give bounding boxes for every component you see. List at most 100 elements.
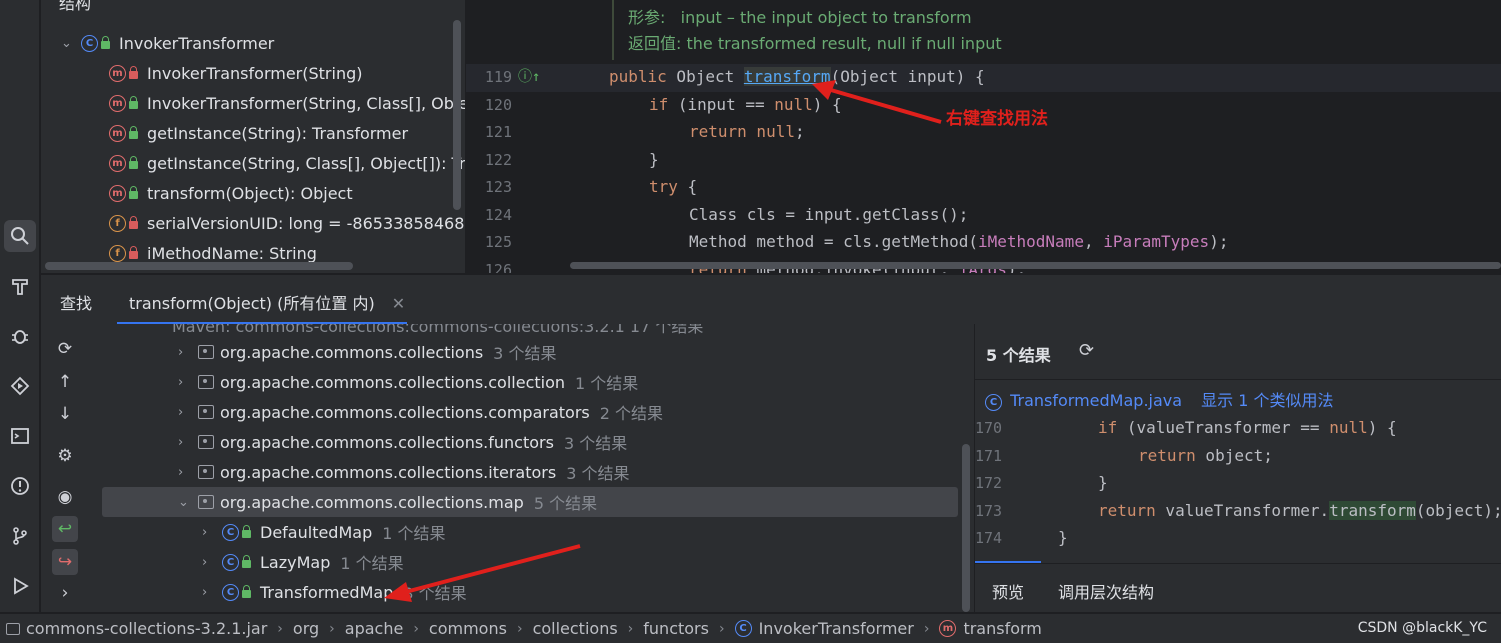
settings-gear-icon[interactable]: ⚙	[52, 443, 78, 469]
search-tab[interactable]: transform(Object) (所有位置 内) ✕	[129, 290, 405, 314]
class-icon: C	[222, 523, 239, 541]
structure-member-row[interactable]: m InvokerTransformer(String)	[109, 58, 362, 88]
close-icon[interactable]: ✕	[392, 294, 405, 313]
structure-member-row[interactable]: m getInstance(String): Transformer	[109, 118, 408, 148]
result-count: 1 个结果	[382, 524, 446, 543]
problems-icon[interactable]	[4, 470, 36, 502]
result-count: 3 个结果	[563, 434, 628, 453]
doc-param-text: input – the input object to transform	[680, 8, 972, 27]
preview-file-link[interactable]: TransformedMap.java	[1010, 391, 1182, 410]
line-number: 173	[975, 502, 1003, 520]
package-row[interactable]: › org.apache.commons.collections.functor…	[178, 427, 627, 457]
run-icon[interactable]	[4, 570, 36, 602]
write-access-icon[interactable]: ↪	[52, 549, 78, 575]
chevron-right-icon: ›	[277, 620, 283, 637]
public-lock-icon	[129, 156, 138, 169]
terminal-icon[interactable]	[4, 420, 36, 452]
breadcrumb-item[interactable]: org	[293, 619, 319, 638]
structure-member-row[interactable]: m transform(Object): Object	[109, 178, 353, 208]
method-icon: m	[109, 94, 126, 112]
class-icon: C	[985, 394, 1002, 411]
doc-return-text: the transformed result, null if null inp…	[686, 34, 1002, 53]
code-line: Method method = cls.getMethod(iMethodNam…	[689, 232, 1229, 251]
rerun-icon[interactable]: ⟳	[52, 336, 78, 362]
chevron-right-icon[interactable]: ›	[202, 555, 222, 570]
breadcrumb-item[interactable]: commons-collections-3.2.1.jar	[26, 619, 267, 638]
chevron-right-icon[interactable]: ›	[178, 405, 198, 420]
member-label: transform(Object): Object	[147, 183, 353, 203]
package-row[interactable]: › org.apache.commons.collections 3 个结果	[178, 337, 556, 367]
preview-result-count: 5 个结果	[986, 346, 1051, 365]
structure-member-row[interactable]: f serialVersionUID: long = -86533858468	[109, 208, 464, 238]
refresh-icon[interactable]: ⟳	[1079, 340, 1094, 361]
package-row[interactable]: › org.apache.commons.collections.compara…	[178, 397, 663, 427]
result-count: 5 个结果	[533, 494, 598, 513]
line-number: 124	[484, 206, 512, 224]
code-line: }	[649, 150, 659, 169]
private-lock-icon	[129, 216, 138, 229]
breadcrumb-item[interactable]: commons	[429, 619, 507, 638]
chevron-right-icon: ›	[413, 620, 419, 637]
line-number: 172	[975, 474, 1003, 492]
code-editor[interactable]: 形参: input – the input object to transfor…	[466, 0, 1501, 273]
show-similar-link[interactable]: 显示 1 个类似用法	[1201, 391, 1333, 410]
class-row[interactable]: › C LazyMap 1 个结果	[202, 547, 404, 577]
find-tab-label[interactable]: 查找	[60, 290, 92, 314]
implements-gutter-icon[interactable]: ⓘ↑	[518, 66, 540, 86]
chevron-right-icon[interactable]: ›	[178, 375, 198, 390]
preview-eye-icon[interactable]: ◉	[52, 484, 78, 510]
method-icon: m	[109, 64, 126, 82]
method-icon: m	[109, 124, 126, 142]
public-lock-icon	[129, 126, 138, 139]
services-icon[interactable]	[4, 370, 36, 402]
breadcrumb-item[interactable]: collections	[533, 619, 618, 638]
chevron-right-icon[interactable]: ›	[178, 435, 198, 450]
find-tool-icon[interactable]	[4, 220, 36, 252]
package-row-selected[interactable]: ⌄ org.apache.commons.collections.map 5 个…	[178, 487, 597, 517]
structure-vertical-scrollbar[interactable]	[453, 20, 461, 210]
breadcrumb-item[interactable]: InvokerTransformer	[759, 619, 914, 638]
structure-member-row[interactable]: m getInstance(String, Class[], Object[])…	[109, 148, 465, 178]
git-icon[interactable]	[4, 520, 36, 552]
member-label: InvokerTransformer(String, Class[], Obje	[147, 93, 465, 113]
chevron-down-icon[interactable]: ⌄	[178, 495, 198, 510]
public-lock-icon	[101, 36, 110, 49]
chevron-down-icon[interactable]: ⌄	[61, 36, 81, 51]
member-label: getInstance(String): Transformer	[147, 123, 409, 143]
chevron-right-icon[interactable]: ›	[202, 585, 222, 600]
package-icon	[198, 435, 214, 449]
chevron-right-icon[interactable]: ›	[178, 345, 198, 360]
build-hammer-icon[interactable]	[4, 270, 36, 302]
member-label: serialVersionUID: long = -86533858468	[147, 213, 465, 233]
arrow-up-icon[interactable]: ↑	[52, 369, 78, 395]
breadcrumb-item[interactable]: apache	[345, 619, 404, 638]
breadcrumb-item[interactable]: transform	[963, 619, 1041, 638]
code-line: return valueTransformer.transform(object…	[1098, 501, 1501, 520]
arrow-down-icon[interactable]: ↓	[52, 401, 78, 427]
package-icon	[198, 465, 214, 479]
breadcrumb-item[interactable]: functors	[643, 619, 709, 638]
member-label: getInstance(String, Class[], Object[]): …	[147, 153, 465, 173]
method-icon: m	[939, 620, 957, 637]
debug-bug-icon[interactable]	[4, 320, 36, 352]
chevron-right-icon[interactable]: ›	[178, 465, 198, 480]
chevron-right-icon[interactable]: ›	[52, 580, 78, 606]
read-access-icon[interactable]: ↩	[52, 516, 78, 542]
editor-horizontal-scrollbar[interactable]	[570, 262, 1501, 269]
structure-member-row[interactable]: m InvokerTransformer(String, Class[], Ob…	[109, 88, 465, 118]
package-name: org.apache.commons.collections.functors	[220, 432, 554, 452]
package-name: org.apache.commons.collections.collectio…	[220, 372, 566, 392]
tab-preview[interactable]: 预览	[992, 579, 1024, 603]
structure-class-row[interactable]: ⌄ C InvokerTransformer	[61, 28, 274, 58]
chevron-right-icon: ›	[718, 620, 725, 637]
preview-file-row: C TransformedMap.java 显示 1 个类似用法	[985, 387, 1334, 412]
tree-vertical-scrollbar[interactable]	[962, 444, 970, 612]
structure-panel: 结构 ⌄ C InvokerTransformer m InvokerTrans…	[41, 0, 465, 273]
annotation-arrow	[812, 80, 942, 124]
structure-horizontal-scrollbar[interactable]	[45, 262, 353, 270]
member-label: InvokerTransformer(String)	[147, 63, 363, 83]
tab-call-hierarchy[interactable]: 调用层次结构	[1058, 579, 1154, 603]
chevron-right-icon[interactable]: ›	[202, 525, 222, 540]
package-row[interactable]: › org.apache.commons.collections.collect…	[178, 367, 638, 397]
package-row[interactable]: › org.apache.commons.collections.iterato…	[178, 457, 629, 487]
